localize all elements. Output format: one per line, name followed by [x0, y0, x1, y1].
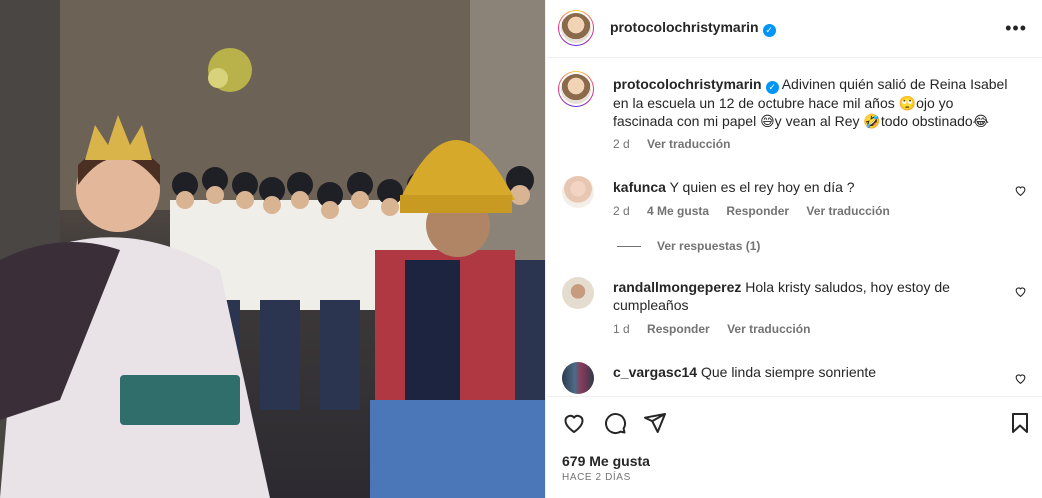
comment-avatar[interactable] [562, 362, 594, 394]
post-panel: protocolochristymarin ✓ ••• protocolochri… [545, 0, 1042, 498]
caption-age: 2 d [613, 137, 630, 151]
action-bar: 679 Me gusta HACE 2 DÍAS [546, 396, 1042, 498]
bookmark-icon[interactable] [1008, 411, 1032, 435]
comment-like-heart-icon[interactable] [1014, 285, 1027, 301]
view-replies-label: Ver respuestas (1) [657, 239, 761, 253]
author-username[interactable]: protocolochristymarin [610, 19, 759, 35]
comment-username[interactable]: c_vargasc14 [613, 364, 697, 380]
comments-list[interactable]: protocolochristymarin ✓ Adivinen quién sa… [546, 59, 1042, 396]
verified-badge-icon: ✓ [762, 24, 776, 37]
comment-icon[interactable] [603, 411, 627, 435]
heart-icon[interactable] [562, 411, 586, 435]
caption-translate-link[interactable]: Ver traducción [647, 137, 730, 151]
comment-likes[interactable]: 4 Me gusta [647, 204, 709, 218]
comment-username[interactable]: randallmongeperez [613, 279, 741, 295]
translate-link[interactable]: Ver traducción [727, 322, 810, 336]
caption-avatar[interactable] [558, 71, 594, 107]
reply-button[interactable]: Responder [726, 204, 789, 218]
more-options-icon[interactable]: ••• [1005, 18, 1027, 39]
comment-text: Que linda siempre sonriente [700, 364, 877, 380]
comment-username[interactable]: kafunca [613, 179, 666, 195]
caption: protocolochristymarin ✓ Adivinen quién sa… [558, 71, 1027, 153]
post-timestamp: HACE 2 DÍAS [562, 472, 631, 483]
share-icon[interactable] [643, 411, 667, 435]
comment-item: randallmongeperez Hola kristy saludos, h… [562, 277, 1027, 357]
translate-link[interactable]: Ver traducción [806, 204, 889, 218]
comment-avatar[interactable] [562, 176, 594, 208]
comment-age: 1 d [613, 322, 630, 336]
reply-button[interactable]: Responder [647, 322, 710, 336]
caption-username[interactable]: protocolochristymarin [613, 76, 762, 92]
replies-divider [617, 245, 641, 247]
post-header: protocolochristymarin ✓ ••• [546, 0, 1042, 58]
comment-item: c_vargasc14 Que linda siempre sonriente [562, 362, 1027, 396]
likes-count[interactable]: 679 Me gusta [562, 453, 650, 469]
comment-like-heart-icon[interactable] [1014, 372, 1027, 388]
view-replies-button[interactable]: Ver respuestas (1) [617, 239, 760, 253]
verified-badge-icon: ✓ [765, 81, 779, 94]
comment-avatar[interactable] [562, 277, 594, 309]
author-avatar[interactable] [558, 10, 594, 46]
comment-text: Y quien es el rey hoy en día ? [669, 179, 855, 195]
photo-illustration [0, 0, 545, 498]
comment-age: 2 d [613, 204, 630, 218]
post-photo[interactable] [0, 0, 545, 498]
comment-like-heart-icon[interactable] [1014, 184, 1027, 200]
